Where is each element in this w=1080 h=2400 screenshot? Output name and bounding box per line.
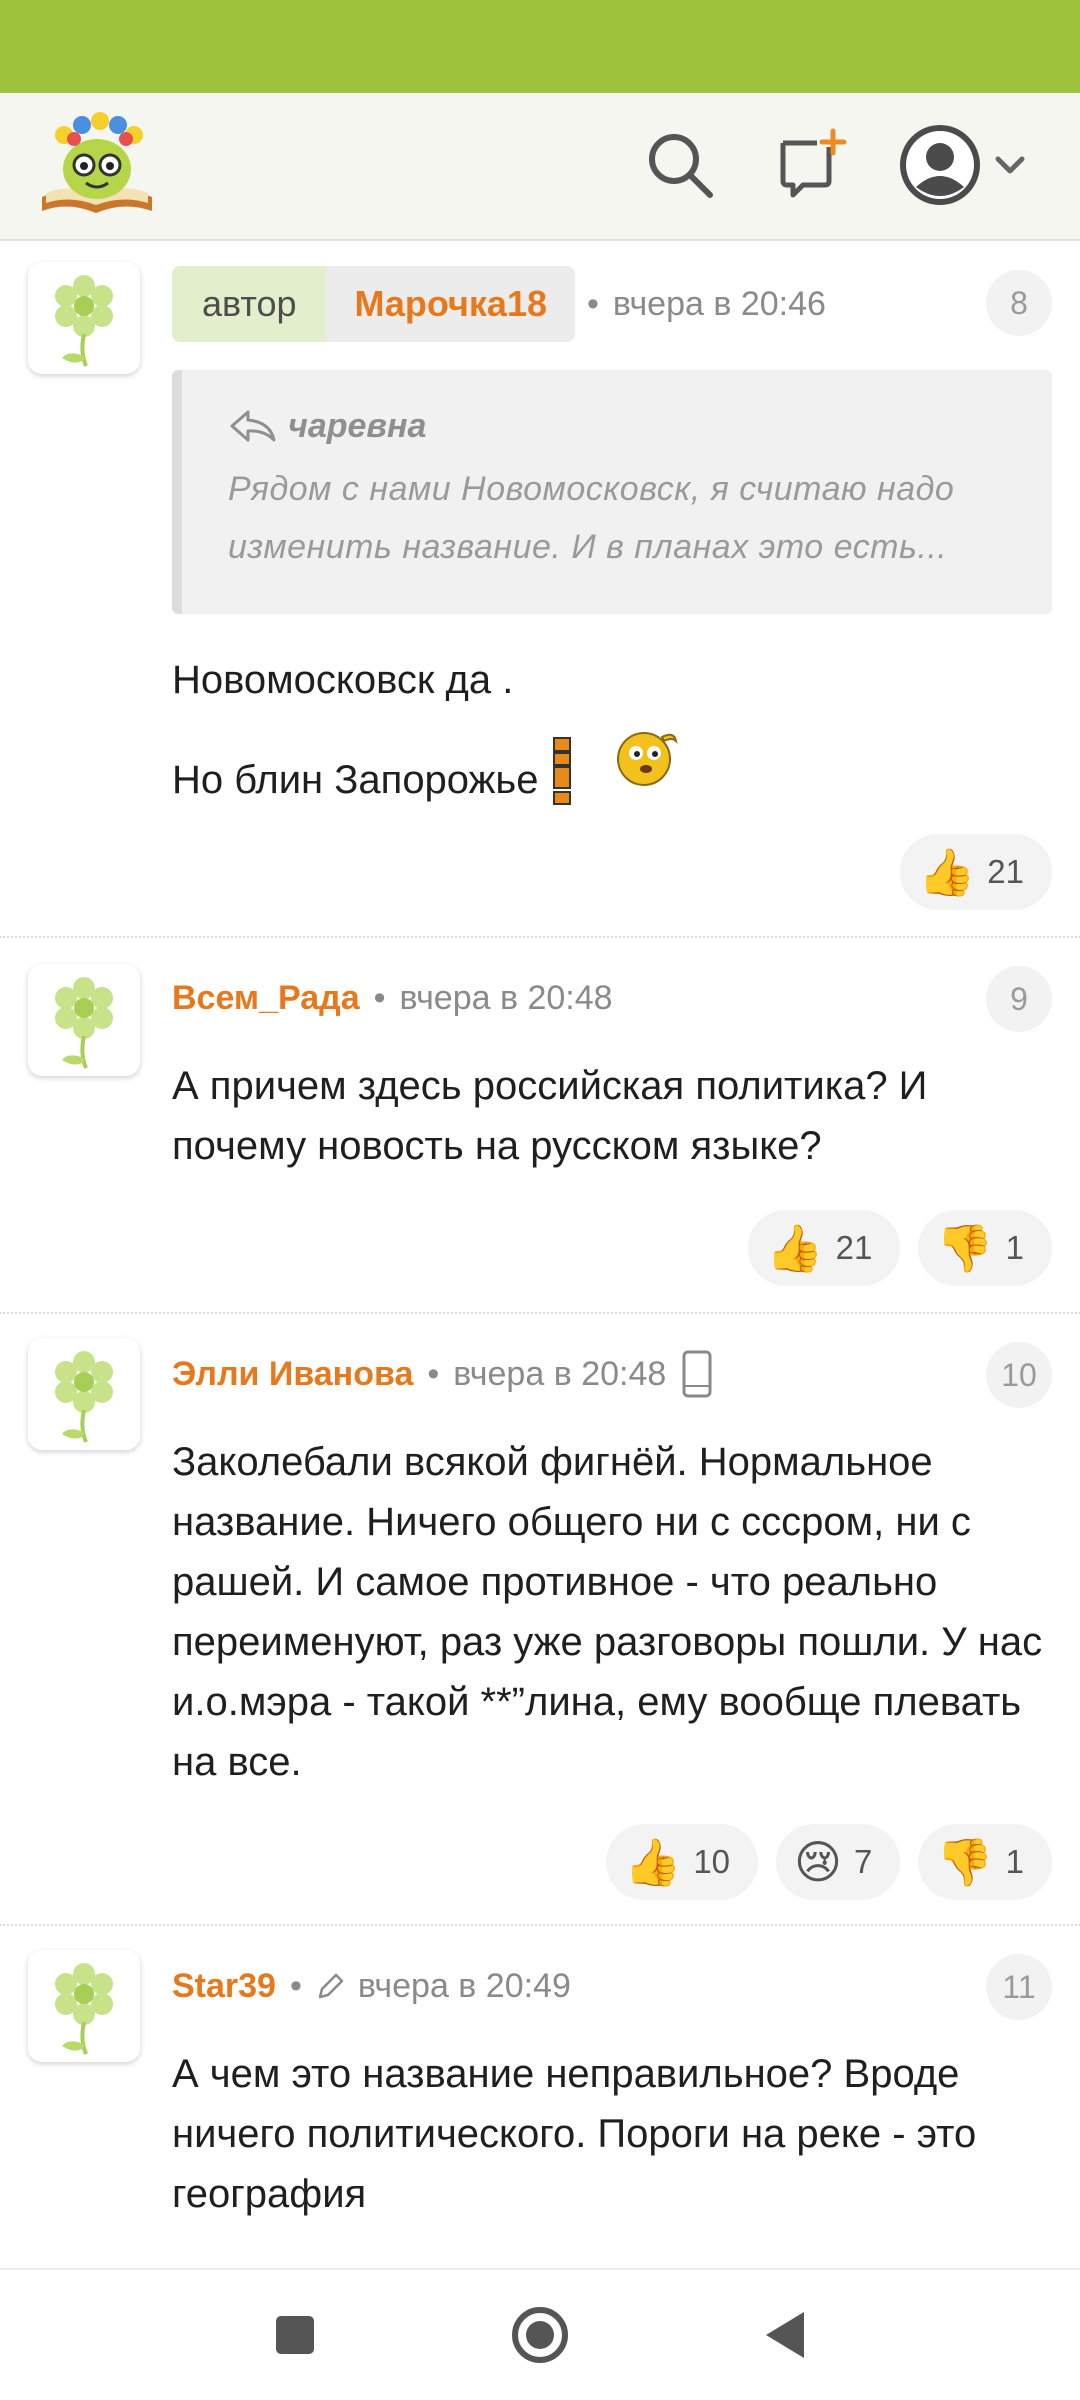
reactions-bar: 👍 21 👎 1 [748, 1210, 1052, 1286]
comment-line: Но блин Запорожье [172, 757, 539, 802]
separator-dot: • [427, 1354, 440, 1393]
comment-meta: Star39 • вчера в 20:49 [172, 1956, 571, 2016]
comment-text: А чем это название неправильное? Вроде н… [172, 2052, 977, 2216]
pencil-icon [316, 1971, 346, 2001]
home-icon[interactable] [505, 2300, 575, 2370]
reaction-count: 1 [1005, 1843, 1024, 1880]
divider [0, 1924, 1080, 1926]
reactions-bar: 👍 10 😢 7 👎 1 [606, 1824, 1052, 1900]
separator-dot: • [373, 978, 386, 1017]
reaction-crying-face[interactable]: 😢 7 [776, 1824, 901, 1900]
reaction-count: 21 [987, 853, 1024, 890]
comment-line-with-emoticons: Но блин Запорожье [172, 732, 1052, 823]
username[interactable]: Марочка18 [326, 266, 575, 342]
reaction-count: 10 [693, 1843, 731, 1880]
smiley-book-logo-icon[interactable] [34, 109, 160, 219]
gasp-emoticon-icon [614, 725, 684, 806]
avatar[interactable] [28, 262, 140, 374]
quote-author: чаревна [228, 406, 1012, 446]
reaction-count: 7 [854, 1843, 873, 1880]
reaction-thumbs-up[interactable]: 👍 21 [900, 834, 1052, 910]
thumbs-up-icon: 👍 [624, 1836, 682, 1888]
avatar[interactable] [28, 1950, 140, 2062]
timestamp: вчера в 20:48 [453, 1354, 667, 1393]
separator-dot: • [587, 284, 599, 323]
reaction-thumbs-down[interactable]: 👎 1 [918, 1210, 1052, 1286]
app-header [0, 93, 1080, 241]
mobile-phone-icon [682, 1350, 712, 1398]
quote-block: чаревна Рядом с нами Новомосковск, я счи… [172, 370, 1052, 614]
timestamp: вчера в 20:48 [399, 978, 613, 1017]
comment-number-badge[interactable]: 10 [986, 1342, 1052, 1408]
system-navigation-bar [0, 2268, 1080, 2400]
timestamp: вчера в 20:49 [357, 1966, 571, 2005]
comment-number-badge[interactable]: 9 [986, 966, 1052, 1032]
comment-number-badge[interactable]: 11 [986, 1954, 1052, 2020]
comment-line: Новомосковск да . [172, 658, 514, 702]
back-icon[interactable] [750, 2300, 820, 2370]
reply-arrow-icon [230, 410, 276, 442]
timestamp: вчера в 20:46 [612, 284, 826, 323]
thumbs-up-icon: 👍 [918, 846, 976, 898]
thumbs-down-icon: 👎 [936, 1836, 994, 1888]
quote-author-name: чаревна [288, 406, 427, 445]
recent-apps-icon[interactable] [260, 2300, 330, 2370]
exclamation-emoticon-icon [552, 736, 574, 823]
avatar[interactable] [28, 1338, 140, 1450]
crying-face-icon: 😢 [794, 1836, 842, 1888]
search-icon[interactable] [640, 125, 720, 205]
reactions-bar: 👍 21 [900, 834, 1052, 910]
new-post-icon[interactable] [771, 125, 851, 205]
author-tag-label: автор [172, 266, 327, 342]
avatar[interactable] [28, 964, 140, 1076]
reaction-thumbs-down[interactable]: 👎 1 [918, 1824, 1052, 1900]
thumbs-up-icon: 👍 [766, 1222, 824, 1274]
divider [0, 936, 1080, 938]
profile-menu-button[interactable] [898, 115, 1038, 215]
separator-dot: • [289, 1966, 302, 2005]
comment-text: Новомосковск да . Но блин Запорожье [172, 650, 1052, 823]
quote-text: Рядом с нами Новомосковск, я считаю надо… [228, 470, 955, 566]
thumbs-down-icon: 👎 [936, 1222, 994, 1274]
comment-meta: автор Марочка18 • вчера в 20:46 [172, 266, 826, 342]
comment-number-badge[interactable]: 8 [986, 270, 1052, 336]
reaction-thumbs-up[interactable]: 👍 21 [748, 1210, 901, 1286]
reaction-count: 21 [835, 1229, 873, 1266]
username[interactable]: Всем_Рада [172, 979, 360, 1018]
comment-text: Заколебали всякой фигнёй. Нормальное наз… [172, 1440, 1043, 1784]
author-tag[interactable]: автор Марочка18 [172, 266, 575, 342]
status-bar [0, 0, 1080, 93]
divider [0, 1312, 1080, 1314]
comment-meta: Всем_Рада • вчера в 20:48 [172, 968, 613, 1028]
reaction-count: 1 [1005, 1229, 1024, 1266]
comment-meta: Элли Иванова • вчера в 20:48 [172, 1344, 712, 1404]
reaction-thumbs-up[interactable]: 👍 10 [606, 1824, 759, 1900]
username[interactable]: Элли Иванова [172, 1355, 413, 1394]
comment-text: А причем здесь российская политика? И по… [172, 1064, 928, 1168]
username[interactable]: Star39 [172, 1967, 276, 2006]
